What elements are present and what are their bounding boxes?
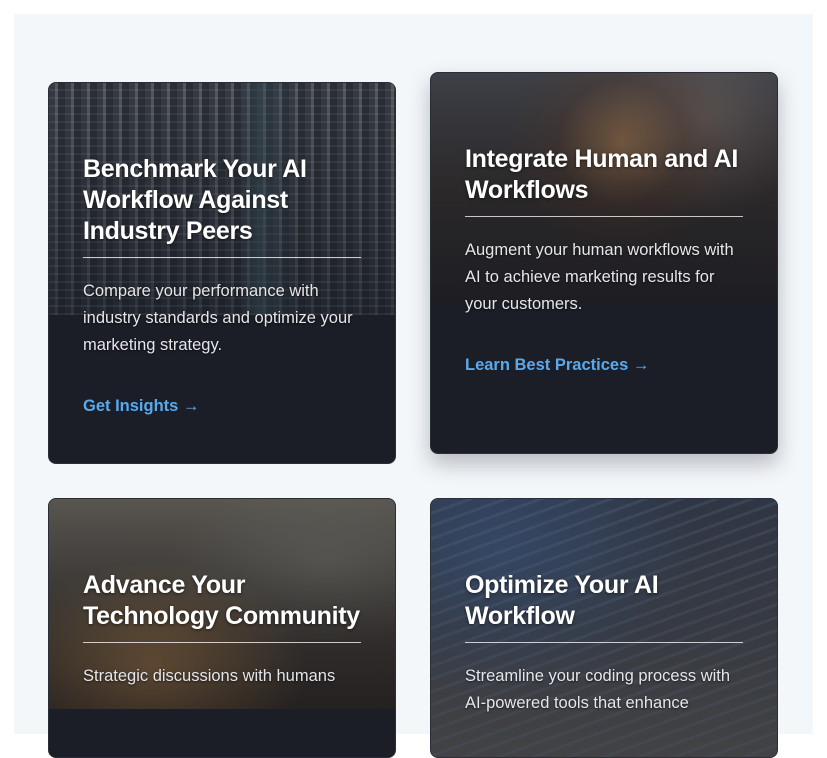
card-integrate: Integrate Human and AI Workflows Augment…: [430, 72, 778, 454]
card-title: Integrate Human and AI Workflows: [465, 145, 739, 204]
card-benchmark: Benchmark Your AI Workflow Against Indus…: [48, 82, 396, 464]
card-optimize: Optimize Your AI Workflow Streamline you…: [430, 498, 778, 758]
get-insights-link[interactable]: Get Insights →: [83, 397, 199, 416]
card-description: Augment your human workflows with AI to …: [465, 241, 734, 313]
card-description: Streamline your coding process with AI-p…: [465, 667, 731, 712]
card-title: Benchmark Your AI Workflow Against Indus…: [83, 155, 307, 245]
title-divider: [83, 642, 361, 643]
title-divider: [83, 257, 361, 258]
title-divider: [465, 216, 743, 217]
card-community: Advance Your Technology Community Strate…: [48, 498, 396, 758]
card-title: Optimize Your AI Workflow: [465, 571, 659, 630]
learn-best-practices-link[interactable]: Learn Best Practices →: [465, 356, 649, 375]
title-divider: [465, 642, 743, 643]
card-title: Advance Your Technology Community: [83, 571, 360, 630]
card-description: Compare your performance with industry s…: [83, 282, 353, 354]
card-description: Strategic discussions with humans: [83, 667, 336, 685]
